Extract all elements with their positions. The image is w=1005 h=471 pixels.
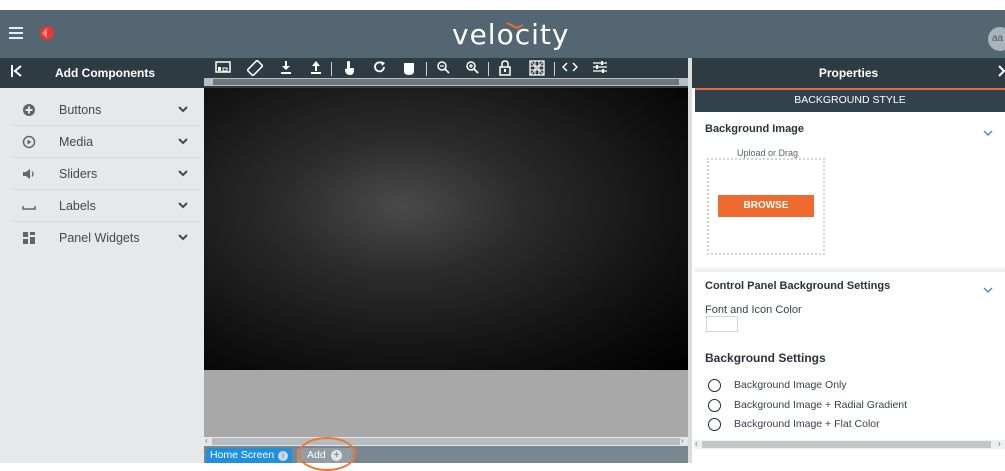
volume-icon xyxy=(22,167,36,181)
section-divider xyxy=(694,268,1005,272)
pan-hand-icon[interactable] xyxy=(400,60,418,78)
home-screen-tab-label: Home Screen xyxy=(210,449,275,461)
toolbar-separator xyxy=(426,62,427,76)
user-avatar[interactable]: aa xyxy=(988,27,1005,51)
component-category-panel-widgets[interactable]: Panel Widgets xyxy=(12,222,200,254)
scroll-right-arrow-icon[interactable]: › xyxy=(681,436,684,445)
chevron-down-icon xyxy=(177,166,189,178)
code-icon[interactable] xyxy=(561,60,579,78)
component-category-label: Sliders xyxy=(59,167,98,181)
app-logo-glyph xyxy=(40,26,54,40)
component-category-buttons[interactable]: Buttons xyxy=(12,94,200,126)
component-category-label: Buttons xyxy=(59,103,102,117)
app-root: velocity aa Add Components Buttons Media… xyxy=(0,0,1005,471)
radio-label: Background Image + Flat Color xyxy=(734,418,880,430)
chevron-down-icon xyxy=(177,230,189,242)
radio-background-radial-gradient[interactable]: Background Image + Radial Gradient xyxy=(708,398,988,414)
component-category-label: Media xyxy=(59,135,94,149)
radio-label: Background Image Only xyxy=(734,379,847,391)
toolbar-separator xyxy=(488,62,489,76)
top-bar: velocity aa xyxy=(0,10,1005,58)
toolbar-separator xyxy=(331,62,332,76)
component-category-label: Panel Widgets xyxy=(59,231,140,245)
screen-tabs-bar: Home Screen i Add + xyxy=(204,446,688,463)
download-icon[interactable] xyxy=(277,60,295,78)
lock-icon[interactable] xyxy=(496,60,514,78)
tab-background-style[interactable]: BACKGROUND STYLE xyxy=(695,88,1005,112)
chevron-down-icon xyxy=(177,102,189,114)
menu-icon-glyph xyxy=(9,27,23,39)
control-panel-settings-title[interactable]: Control Panel Background Settings xyxy=(705,280,890,292)
plus-circle-icon xyxy=(22,103,36,117)
font-icon-color-label: Font and Icon Color xyxy=(705,304,802,316)
radio-background-flat-color[interactable]: Background Image + Flat Color xyxy=(708,417,988,433)
component-category-labels[interactable]: Labels xyxy=(12,190,200,222)
app-logo-icon[interactable] xyxy=(38,24,58,44)
label-icon xyxy=(22,199,36,213)
canvas-toolbar xyxy=(204,58,688,88)
radio-label: Background Image + Radial Gradient xyxy=(734,399,908,411)
play-circle-icon xyxy=(22,135,36,149)
settings-sliders-icon[interactable] xyxy=(591,60,609,78)
toolbar-separator xyxy=(554,62,555,76)
rotate-icon[interactable] xyxy=(246,59,264,78)
components-panel-title: Add Components xyxy=(55,66,155,80)
add-tab-highlight-ring xyxy=(298,437,356,471)
canvas-horizontal-scrollbar[interactable]: ‹ › xyxy=(204,436,688,446)
component-category-label: Labels xyxy=(59,199,96,213)
radio-background-image-only[interactable]: Background Image Only xyxy=(708,378,988,394)
properties-panel-title: Properties xyxy=(818,66,879,80)
components-panel: Add Components Buttons Media Sliders Lab… xyxy=(0,58,204,463)
upload-icon[interactable] xyxy=(307,60,325,78)
scroll-left-arrow-icon[interactable]: ‹ xyxy=(695,439,698,448)
scroll-right-arrow-icon[interactable]: › xyxy=(998,439,1001,448)
screen-preview[interactable] xyxy=(204,88,688,370)
component-category-sliders[interactable]: Sliders xyxy=(12,158,200,190)
touch-icon[interactable] xyxy=(340,60,358,78)
collapse-right-icon[interactable] xyxy=(998,64,1005,81)
chevron-down-icon xyxy=(177,134,189,146)
radio-circle[interactable] xyxy=(708,379,721,392)
components-panel-header: Add Components xyxy=(0,58,204,88)
device-preview-icon[interactable] xyxy=(214,60,232,78)
grid-icon[interactable] xyxy=(528,60,546,78)
widgets-icon xyxy=(22,231,36,245)
properties-horizontal-scrollbar[interactable]: ‹ › xyxy=(694,439,1005,449)
chevron-down-icon[interactable] xyxy=(982,282,994,294)
chevron-down-icon xyxy=(177,198,189,210)
scroll-left-arrow-icon[interactable]: ‹ xyxy=(205,436,208,445)
properties-panel-header: Properties xyxy=(692,58,1005,88)
background-settings-title: Background Settings xyxy=(705,351,826,365)
upload-hint: Upload or Drag xyxy=(737,148,799,158)
zoom-out-icon[interactable] xyxy=(434,60,452,78)
toolbar-scrollbar-thumb[interactable] xyxy=(213,79,679,85)
refresh-icon[interactable] xyxy=(371,60,389,78)
background-image-section-title[interactable]: Background Image xyxy=(705,123,804,135)
chevron-down-icon[interactable] xyxy=(982,125,994,137)
component-category-media[interactable]: Media xyxy=(12,126,200,158)
menu-icon[interactable] xyxy=(9,24,27,44)
properties-panel: Properties BACKGROUND STYLE Background I… xyxy=(692,58,1005,463)
radio-circle[interactable] xyxy=(708,418,721,431)
zoom-in-icon[interactable] xyxy=(463,60,481,78)
toolbar-scrollbar[interactable] xyxy=(204,78,688,86)
info-icon[interactable]: i xyxy=(278,451,288,461)
home-screen-tab[interactable]: Home Screen i xyxy=(206,448,292,463)
design-canvas[interactable] xyxy=(204,88,688,437)
radio-circle[interactable] xyxy=(708,399,721,412)
browse-button[interactable]: BROWSE xyxy=(718,195,814,217)
font-icon-color-swatch[interactable] xyxy=(706,316,738,332)
canvas-scrollbar-thumb[interactable] xyxy=(212,438,680,445)
brand-accent-icon xyxy=(505,18,525,30)
properties-scrollbar-thumb[interactable] xyxy=(702,441,991,448)
